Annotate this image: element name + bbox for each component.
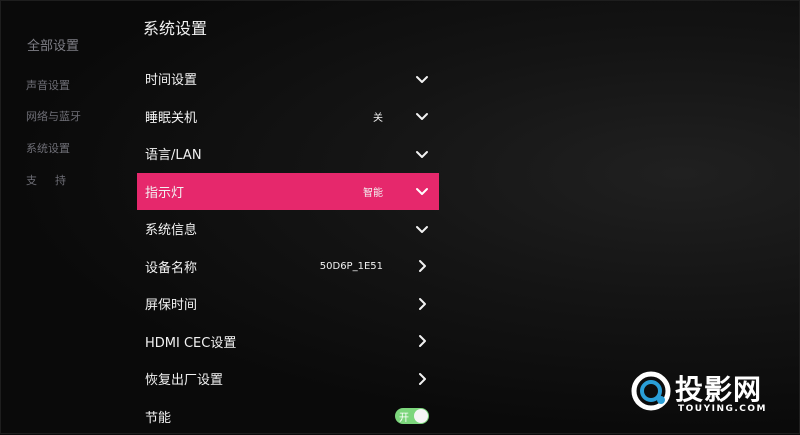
row-label: 时间设置 bbox=[145, 69, 197, 88]
menu-row-device-name[interactable]: 设备名称 50D6P_1E51 bbox=[137, 248, 439, 286]
chevron-down-icon bbox=[415, 184, 429, 198]
row-label: 语言/LAN bbox=[145, 144, 202, 163]
row-value: 50D6P_1E51 bbox=[320, 261, 383, 272]
toggle-label: 开 bbox=[399, 409, 409, 424]
chevron-right-icon bbox=[415, 259, 429, 273]
menu-row-time-settings[interactable]: 时间设置 bbox=[137, 60, 439, 98]
row-label: 系统信息 bbox=[145, 219, 197, 238]
sidebar: 全部设置 声音设置 网络与蓝牙 系统设置 支持 bbox=[0, 0, 125, 434]
chevron-down-icon bbox=[415, 147, 429, 161]
page-title: 系统设置 bbox=[143, 15, 207, 39]
sidebar-item-system[interactable]: 系统设置 bbox=[26, 140, 70, 156]
row-value: 关 bbox=[373, 109, 383, 124]
menu-row-system-info[interactable]: 系统信息 bbox=[137, 210, 439, 248]
row-label: HDMI CEC设置 bbox=[145, 332, 236, 351]
chevron-right-icon bbox=[415, 334, 429, 348]
watermark-subtext: TOUYING.COM bbox=[678, 404, 767, 414]
row-label: 指示灯 bbox=[145, 182, 184, 201]
settings-menu: 时间设置 睡眠关机 关 语言/LAN 指示灯 智能 系统信息 设备名称 50D6… bbox=[137, 60, 439, 435]
watermark: 投影网 TOUYING.COM bbox=[630, 368, 790, 418]
row-value: 智能 bbox=[363, 184, 383, 199]
sidebar-title[interactable]: 全部设置 bbox=[27, 35, 79, 54]
chevron-down-icon bbox=[415, 109, 429, 123]
watermark-text: 投影网 bbox=[675, 368, 762, 408]
sidebar-item-network-bluetooth[interactable]: 网络与蓝牙 bbox=[26, 108, 81, 124]
menu-row-factory-reset[interactable]: 恢复出厂设置 bbox=[137, 360, 439, 398]
menu-row-hdmi-cec[interactable]: HDMI CEC设置 bbox=[137, 323, 439, 361]
menu-row-indicator-light[interactable]: 指示灯 智能 bbox=[137, 173, 439, 211]
toggle-knob bbox=[414, 409, 428, 423]
menu-row-sleep-shutdown[interactable]: 睡眠关机 关 bbox=[137, 98, 439, 136]
menu-row-screensaver-time[interactable]: 屏保时间 bbox=[137, 285, 439, 323]
sidebar-item-sound[interactable]: 声音设置 bbox=[26, 77, 70, 93]
chevron-right-icon bbox=[415, 372, 429, 386]
row-label: 睡眠关机 bbox=[145, 107, 197, 126]
sidebar-item-support[interactable]: 支持 bbox=[26, 172, 84, 188]
menu-row-energy-saving[interactable]: 节能 开 bbox=[137, 398, 439, 435]
row-label: 屏保时间 bbox=[145, 294, 197, 313]
row-label: 设备名称 bbox=[145, 257, 197, 276]
chevron-right-icon bbox=[415, 297, 429, 311]
watermark-logo-icon bbox=[630, 370, 672, 412]
menu-row-language[interactable]: 语言/LAN bbox=[137, 135, 439, 173]
row-label: 节能 bbox=[145, 407, 171, 426]
row-label: 恢复出厂设置 bbox=[145, 369, 223, 388]
chevron-down-icon bbox=[415, 72, 429, 86]
energy-saving-toggle[interactable]: 开 bbox=[395, 408, 429, 424]
chevron-down-icon bbox=[415, 222, 429, 236]
